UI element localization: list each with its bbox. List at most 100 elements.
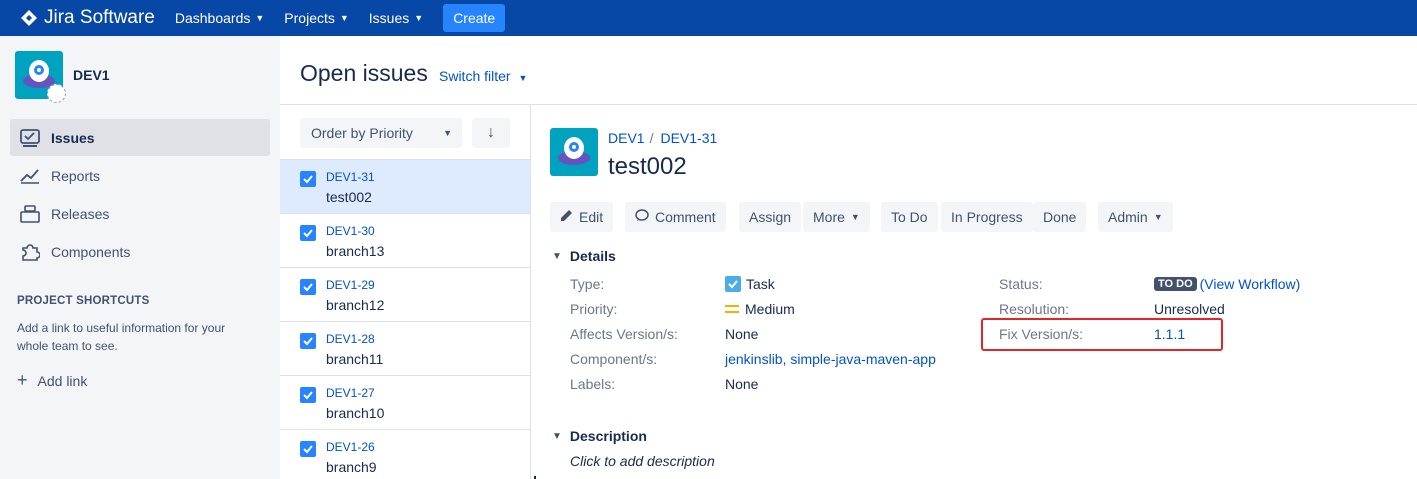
sort-direction-button[interactable]: ↓: [472, 118, 510, 148]
priority-value: Medium: [725, 301, 795, 317]
components-icon: [18, 242, 42, 262]
project-sidebar: DEV1 Issues Reports Releases Components …: [0, 36, 280, 479]
chevron-down-icon: ▼: [414, 13, 424, 23]
releases-icon: [18, 204, 42, 223]
pencil-icon: [560, 209, 573, 225]
issue-key: DEV1-27: [326, 386, 375, 400]
issue-project-avatar[interactable]: [550, 128, 598, 176]
component-label: Component/s:: [570, 351, 658, 367]
chevron-down-icon: ▼: [518, 73, 528, 83]
nav-issues[interactable]: Issues ▼: [369, 10, 423, 26]
issue-summary: branch10: [326, 405, 385, 421]
affects-version-label: Affects Version/s:: [570, 326, 678, 342]
top-navigation: Jira Software Dashboards ▼ Projects ▼ Is…: [0, 0, 1417, 36]
issue-summary: branch13: [326, 243, 385, 259]
issue-list-item[interactable]: DEV1-29 branch12: [280, 267, 530, 321]
project-name: DEV1: [73, 67, 110, 83]
sidebar-item-issues[interactable]: Issues: [10, 119, 270, 156]
to-do-button[interactable]: To Do: [881, 202, 938, 232]
more-label: More: [813, 209, 845, 225]
type-value: Task: [725, 276, 775, 292]
issue-list-item[interactable]: DEV1-30 branch13: [280, 213, 530, 267]
sidebar-item-components[interactable]: Components: [10, 233, 270, 270]
status-label: Status:: [999, 276, 1043, 292]
project-avatar: [15, 51, 66, 103]
order-by-label: Order by Priority: [311, 125, 413, 141]
switch-filter-dropdown[interactable]: Switch filter ▼: [439, 68, 527, 84]
jira-diamond-icon: [21, 10, 37, 26]
issue-list-item[interactable]: DEV1-26 branch9: [280, 429, 530, 479]
issue-summary: test002: [326, 189, 372, 205]
assign-button[interactable]: Assign: [739, 202, 802, 232]
component-value-links[interactable]: jenkinslib, simple-java-maven-app: [725, 351, 936, 367]
chevron-down-icon: ▼: [1153, 212, 1163, 222]
task-checkbox-icon: [300, 171, 316, 187]
sidebar-item-label: Reports: [51, 167, 101, 184]
sidebar-item-label: Issues: [51, 129, 95, 146]
description-section-toggle[interactable]: ▼ Description: [552, 428, 647, 444]
type-text: Task: [746, 276, 775, 292]
comment-button[interactable]: Comment: [625, 202, 726, 232]
issue-title[interactable]: test002: [608, 153, 687, 181]
add-link-button[interactable]: + Add link: [17, 370, 87, 391]
comment-label: Comment: [655, 209, 716, 225]
task-checkbox-icon: [300, 279, 316, 295]
task-checkbox-icon: [300, 441, 316, 457]
add-link-label: Add link: [37, 372, 88, 389]
resolution-value: Unresolved: [1154, 301, 1225, 317]
task-checkbox-icon: [300, 387, 316, 403]
labels-value: None: [725, 376, 759, 392]
issue-key: DEV1-26: [326, 440, 375, 454]
description-placeholder[interactable]: Click to add description: [570, 453, 715, 469]
create-button[interactable]: Create: [443, 4, 506, 32]
admin-label: Admin: [1108, 209, 1148, 225]
edit-label: Edit: [579, 209, 604, 225]
header-divider: [280, 104, 1417, 105]
nav-dashboards-label: Dashboards: [174, 10, 251, 26]
issues-icon: [18, 128, 42, 147]
more-button[interactable]: More ▼: [803, 202, 870, 232]
priority-label: Priority:: [570, 301, 618, 317]
breadcrumb-project-link[interactable]: DEV1: [608, 130, 645, 146]
arrow-down-icon: ↓: [487, 124, 495, 141]
breadcrumb-issue-link[interactable]: DEV1-31: [660, 130, 717, 146]
details-heading: Details: [569, 248, 616, 264]
sidebar-item-reports[interactable]: Reports: [10, 157, 270, 194]
nav-dashboards[interactable]: Dashboards ▼: [175, 10, 264, 26]
admin-button[interactable]: Admin ▼: [1098, 202, 1173, 232]
plus-icon: +: [17, 370, 28, 390]
order-by-dropdown[interactable]: Order by Priority ▼: [300, 118, 462, 148]
fix-version-highlight-box: [981, 318, 1223, 351]
done-button[interactable]: Done: [1033, 202, 1087, 232]
avatar-badge: [47, 84, 66, 103]
issue-summary: branch12: [326, 297, 385, 313]
breadcrumb-separator: /: [649, 130, 654, 146]
status-badge: TO DO: [1154, 277, 1197, 291]
details-section-toggle[interactable]: ▼ Details: [552, 248, 616, 264]
issue-list-item[interactable]: DEV1-27 branch10: [280, 375, 530, 429]
sidebar-item-releases[interactable]: Releases: [10, 195, 270, 232]
status-value: TO DO (View Workflow): [1154, 276, 1300, 292]
issue-list-item[interactable]: DEV1-31 test002: [280, 159, 530, 213]
in-progress-button[interactable]: In Progress: [941, 202, 1033, 232]
nav-projects-label: Projects: [284, 10, 335, 26]
nav-projects[interactable]: Projects ▼: [284, 10, 349, 26]
view-workflow-link[interactable]: (View Workflow): [1200, 276, 1301, 292]
issue-list-item[interactable]: DEV1-28 branch11: [280, 321, 530, 375]
issue-key: DEV1-29: [326, 278, 375, 292]
jira-logo[interactable]: Jira Software: [20, 7, 155, 29]
chevron-down-icon: ▼: [443, 128, 452, 138]
nav-issues-label: Issues: [368, 10, 410, 26]
list-divider: [530, 105, 531, 479]
edit-button[interactable]: Edit: [550, 202, 614, 232]
task-checkbox-icon: [300, 225, 316, 241]
logo-text: Jira Software: [44, 7, 155, 28]
chevron-down-icon: ▼: [339, 13, 349, 23]
description-heading: Description: [569, 428, 647, 444]
comment-icon: [635, 209, 649, 225]
switch-filter-label: Switch filter: [439, 68, 511, 84]
project-header[interactable]: DEV1: [15, 51, 110, 103]
affects-version-value: None: [725, 326, 759, 342]
chevron-down-icon: ▼: [552, 430, 562, 442]
type-label: Type:: [570, 276, 605, 292]
